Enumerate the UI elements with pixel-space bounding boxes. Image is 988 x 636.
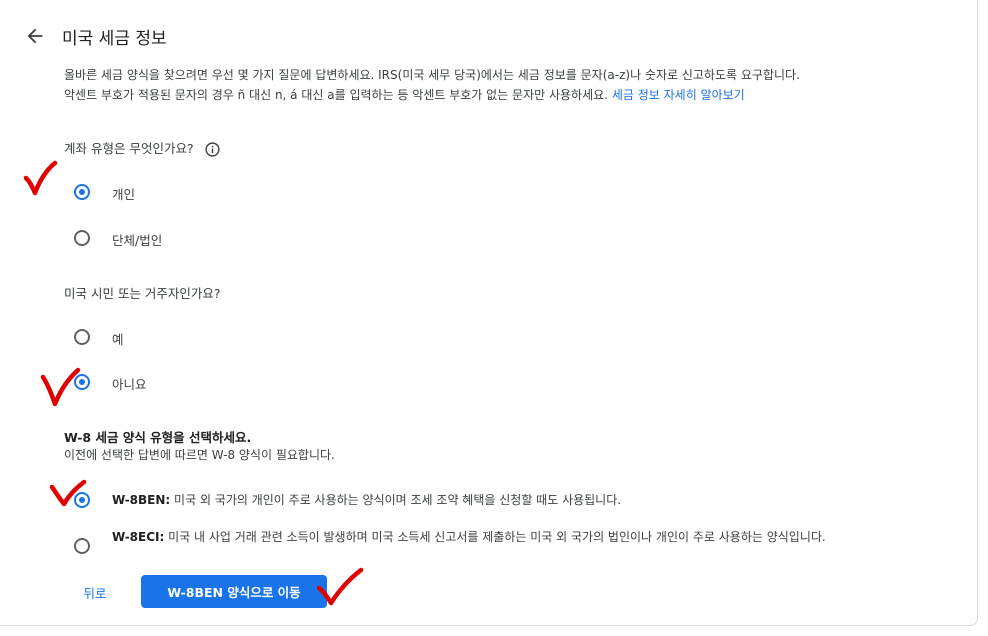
option-label-yes: 예	[112, 332, 124, 347]
back-button[interactable]: 뒤로	[66, 578, 124, 606]
page-title: 미국 세금 정보	[62, 29, 167, 49]
go-to-w8ben-button[interactable]: W-8BEN 양식으로 이동	[141, 575, 327, 608]
radio-individual[interactable]	[74, 184, 90, 200]
us-person-question: 미국 시민 또는 거주자인가요?	[64, 286, 221, 301]
w8ben-code: W-8BEN:	[112, 493, 171, 507]
learn-more-link[interactable]: 세금 정보 자세히 알아보기	[612, 88, 745, 102]
intro-line-1: 올바른 세금 양식을 찾으려면 우선 몇 가지 질문에 답변하세요. IRS(미…	[64, 68, 800, 82]
option-label-individual: 개인	[112, 187, 136, 202]
radio-w8eci[interactable]	[74, 538, 90, 554]
option-w8ben: W-8BEN: 미국 외 국가의 개인이 주로 사용하는 양식이며 조세 조약 …	[112, 491, 942, 509]
radio-w8ben[interactable]	[74, 492, 90, 508]
arrow-back-icon[interactable]	[24, 25, 46, 47]
intro-text: 올바른 세금 양식을 찾으려면 우선 몇 가지 질문에 답변하세요. IRS(미…	[64, 65, 964, 105]
option-w8eci: W-8ECI: 미국 내 사업 거래 관련 소득이 발생하며 미국 소득세 신고…	[112, 528, 942, 546]
option-label-no: 아니요	[112, 377, 147, 392]
w8eci-code: W-8ECI:	[112, 530, 165, 544]
info-icon[interactable]	[204, 141, 221, 158]
account-type-question: 계좌 유형은 무엇인가요?	[64, 138, 221, 158]
radio-no[interactable]	[74, 374, 90, 390]
radio-entity[interactable]	[74, 230, 90, 246]
tax-info-card: 미국 세금 정보 올바른 세금 양식을 찾으려면 우선 몇 가지 질문에 답변하…	[0, 0, 978, 626]
account-type-question-label: 계좌 유형은 무엇인가요?	[64, 141, 194, 156]
option-label-entity: 단체/법인	[112, 233, 163, 248]
w8-section-subtitle: 이전에 선택한 답변에 따르면 W-8 양식이 필요합니다.	[64, 448, 335, 462]
radio-yes[interactable]	[74, 329, 90, 345]
w8ben-desc: 미국 외 국가의 개인이 주로 사용하는 양식이며 조세 조약 혜택을 신청할 …	[174, 493, 622, 507]
intro-line-2: 악센트 부호가 적용된 문자의 경우 ñ 대신 n, á 대신 a를 입력하는 …	[64, 88, 608, 102]
w8eci-desc: 미국 내 사업 거래 관련 소득이 발생하며 미국 소득세 신고서를 제출하는 …	[168, 530, 826, 544]
w8-section-title: W-8 세금 양식 유형을 선택하세요.	[64, 430, 252, 445]
